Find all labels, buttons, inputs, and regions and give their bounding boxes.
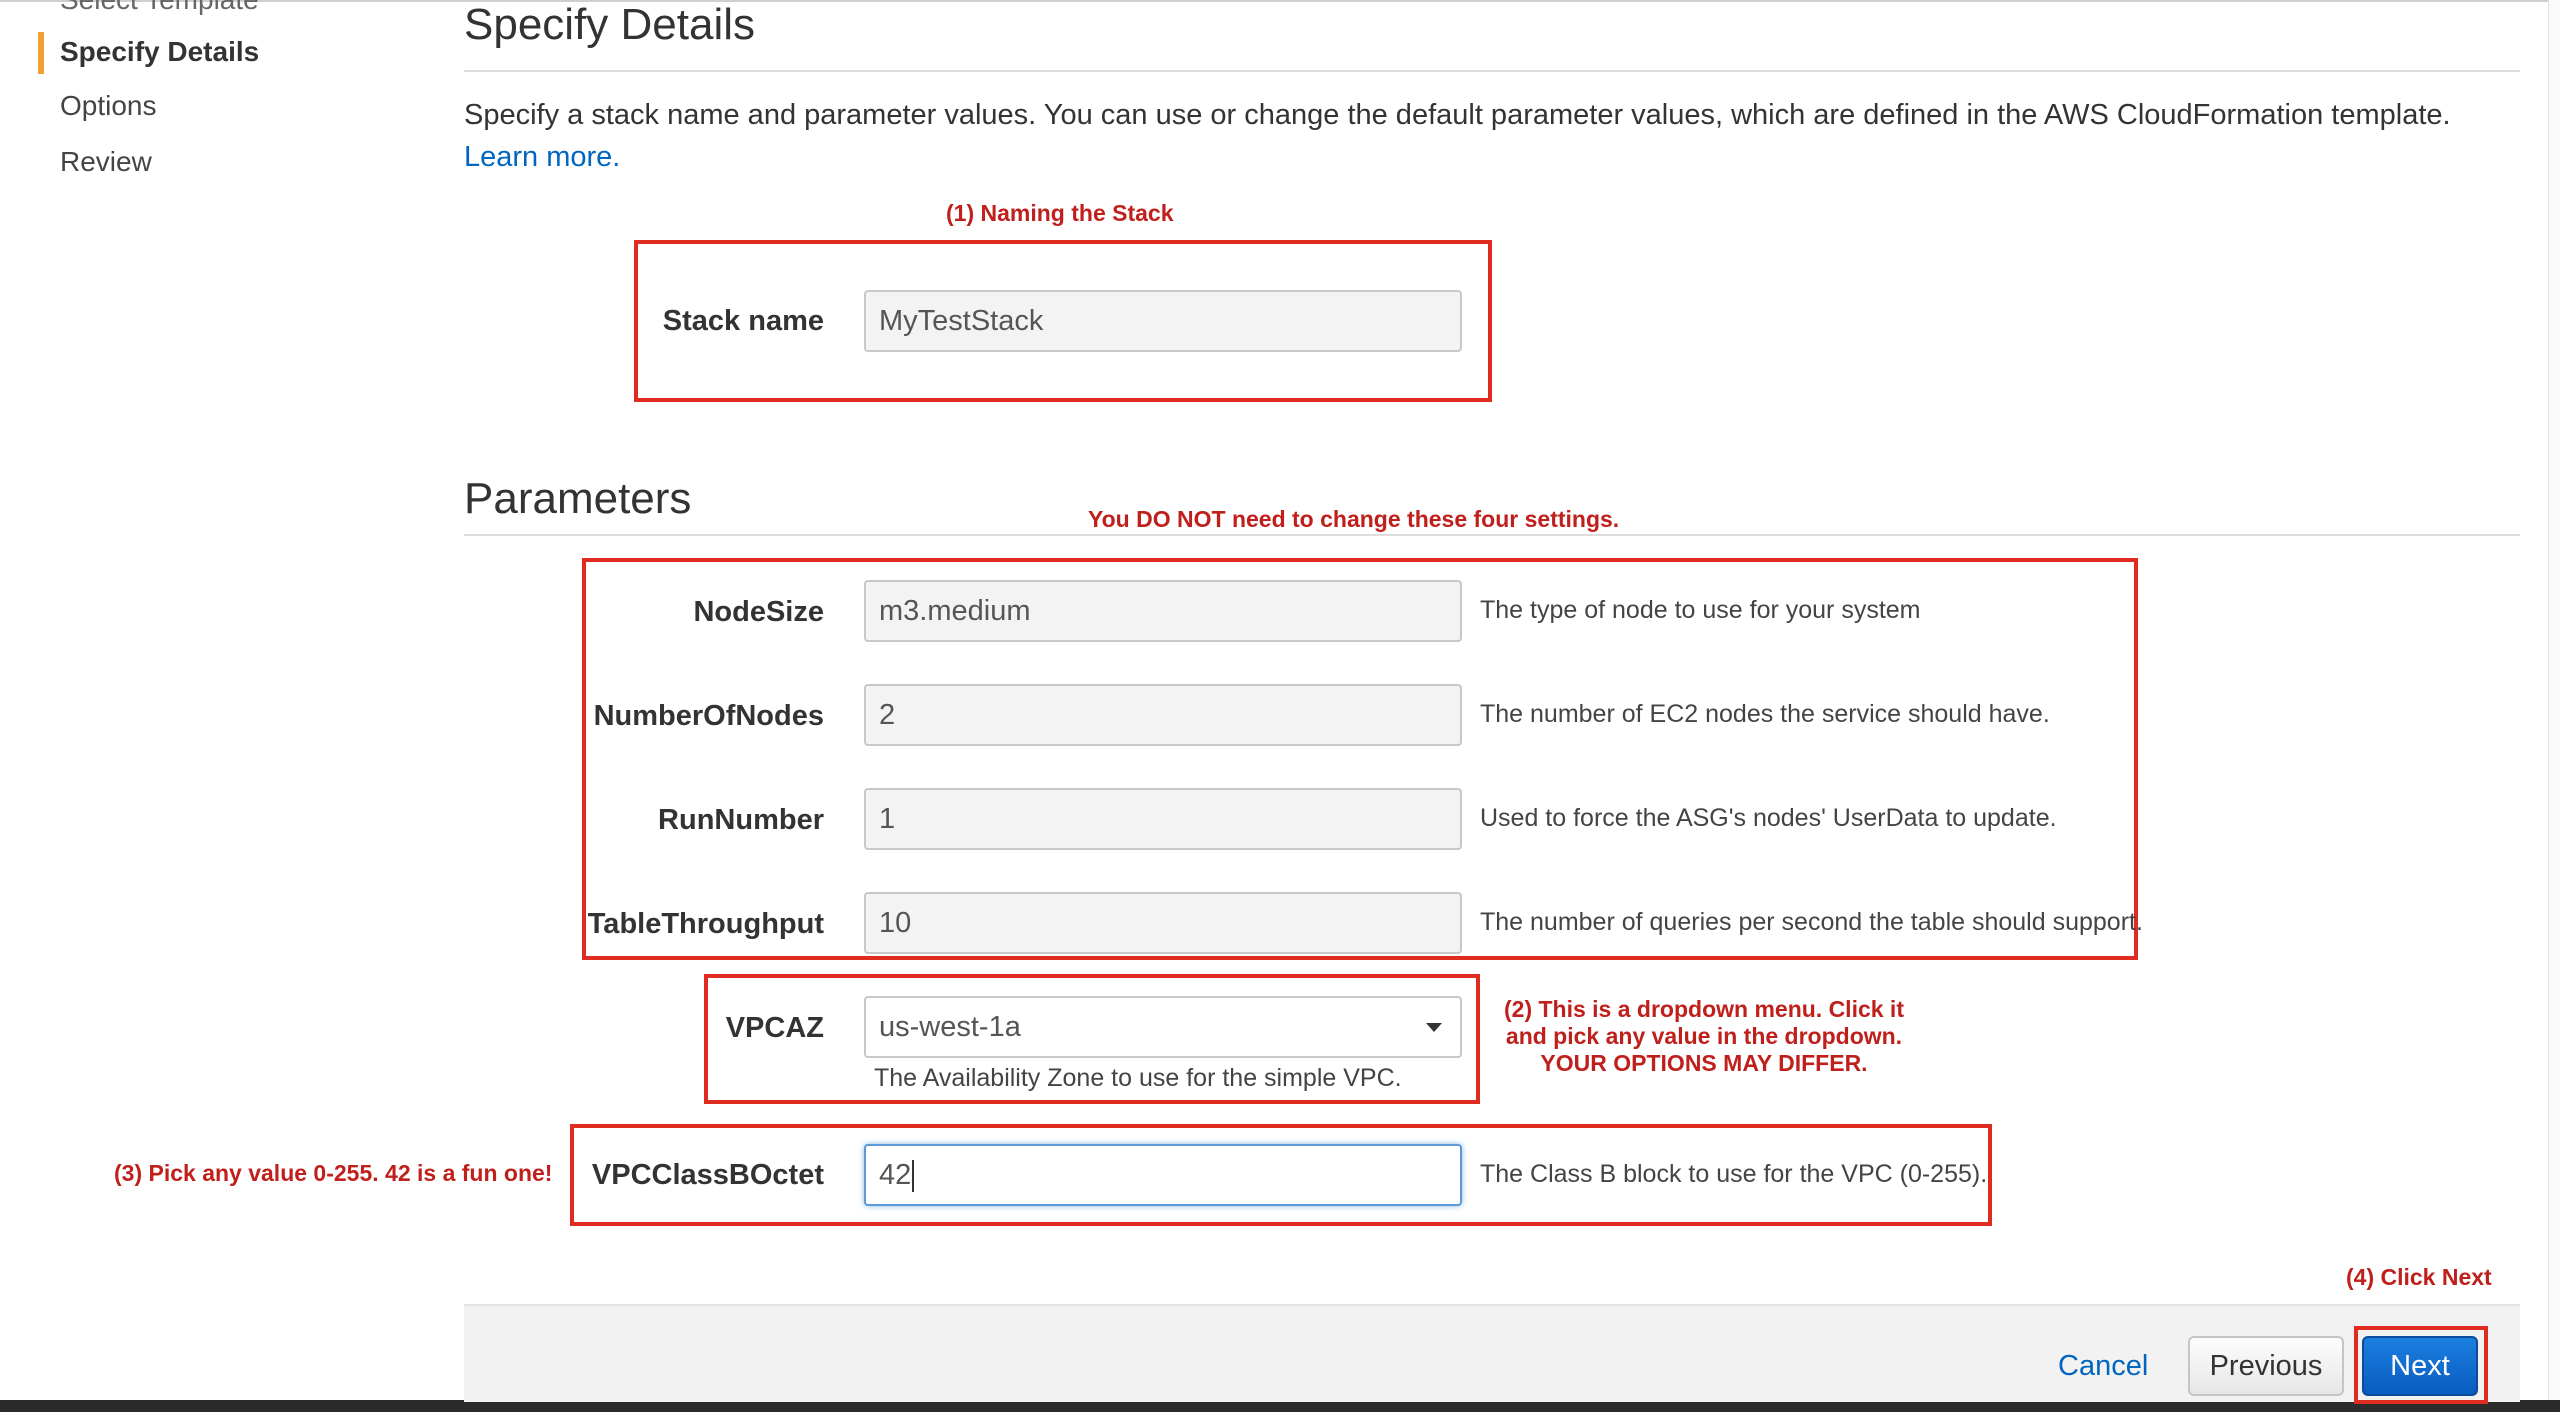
tablethroughput-input[interactable]: 10 (864, 892, 1462, 954)
annotation-no-change: You DO NOT need to change these four set… (1088, 506, 1620, 532)
parameters-divider (464, 534, 2520, 536)
sidebar-item-review[interactable]: Review (60, 146, 152, 178)
annotation-dropdown-line-1: (2) This is a dropdown menu. Click it (1504, 996, 1904, 1022)
intro-paragraph: Specify a stack name and parameter value… (464, 94, 2514, 178)
numberofnodes-description: The number of EC2 nodes the service shou… (1480, 700, 2050, 728)
nodesize-input[interactable]: m3.medium (864, 580, 1462, 642)
page-title: Specify Details (464, 0, 756, 49)
runnumber-label: RunNumber (658, 804, 824, 836)
chevron-down-icon (1426, 1023, 1442, 1032)
sidebar-item-options[interactable]: Options (60, 90, 157, 122)
vpcclassboctet-label: VPCClassBOctet (591, 1159, 824, 1191)
previous-button[interactable]: Previous (2188, 1336, 2344, 1396)
sidebar-item-specify-details[interactable]: Specify Details (60, 36, 259, 68)
vpcaz-label: VPCAZ (725, 1012, 824, 1044)
title-divider (464, 70, 2520, 72)
annotation-click-next: (4) Click Next (2346, 1264, 2492, 1290)
text-cursor (912, 1160, 915, 1193)
vpcclassboctet-value: 42 (879, 1159, 912, 1191)
window-top-edge (0, 0, 2560, 2)
cancel-button[interactable]: Cancel (2058, 1350, 2148, 1383)
annotation-dropdown-line-2: and pick any value in the dropdown. (1505, 1023, 1903, 1049)
vpcaz-selected-value: us-west-1a (879, 1011, 1021, 1043)
annotation-dropdown: (2) This is a dropdown menu. Click it an… (1494, 996, 1914, 1077)
vpcclassboctet-description: The Class B block to use for the VPC (0-… (1480, 1160, 1988, 1188)
parameters-heading: Parameters (464, 474, 692, 523)
intro-text: Specify a stack name and parameter value… (464, 99, 2451, 131)
annotation-dropdown-line-3: YOUR OPTIONS MAY DIFFER. (1540, 1050, 1868, 1076)
nodesize-label: NodeSize (693, 596, 824, 628)
vpcclassboctet-input[interactable]: 42 (864, 1144, 1462, 1206)
stack-name-label: Stack name (662, 305, 824, 337)
stack-name-input[interactable]: MyTestStack (864, 290, 1462, 352)
numberofnodes-label: NumberOfNodes (593, 700, 824, 732)
sidebar-active-indicator (38, 32, 44, 74)
runnumber-input[interactable]: 1 (864, 788, 1462, 850)
tablethroughput-label: TableThroughput (587, 908, 824, 940)
nodesize-description: The type of node to use for your system (1480, 596, 1921, 624)
tablethroughput-description: The number of queries per second the tab… (1480, 908, 2143, 936)
numberofnodes-input[interactable]: 2 (864, 684, 1462, 746)
next-button[interactable]: Next (2362, 1336, 2478, 1396)
runnumber-description: Used to force the ASG's nodes' UserData … (1480, 804, 2057, 832)
scrollbar-track[interactable] (2548, 0, 2560, 1400)
annotation-naming-stack: (1) Naming the Stack (946, 200, 1174, 226)
learn-more-link[interactable]: Learn more. (464, 141, 620, 173)
sidebar-item-select-template[interactable]: Select Template (60, 0, 259, 16)
vpcaz-select[interactable]: us-west-1a (864, 996, 1462, 1058)
vpcaz-description: The Availability Zone to use for the sim… (874, 1064, 1402, 1092)
